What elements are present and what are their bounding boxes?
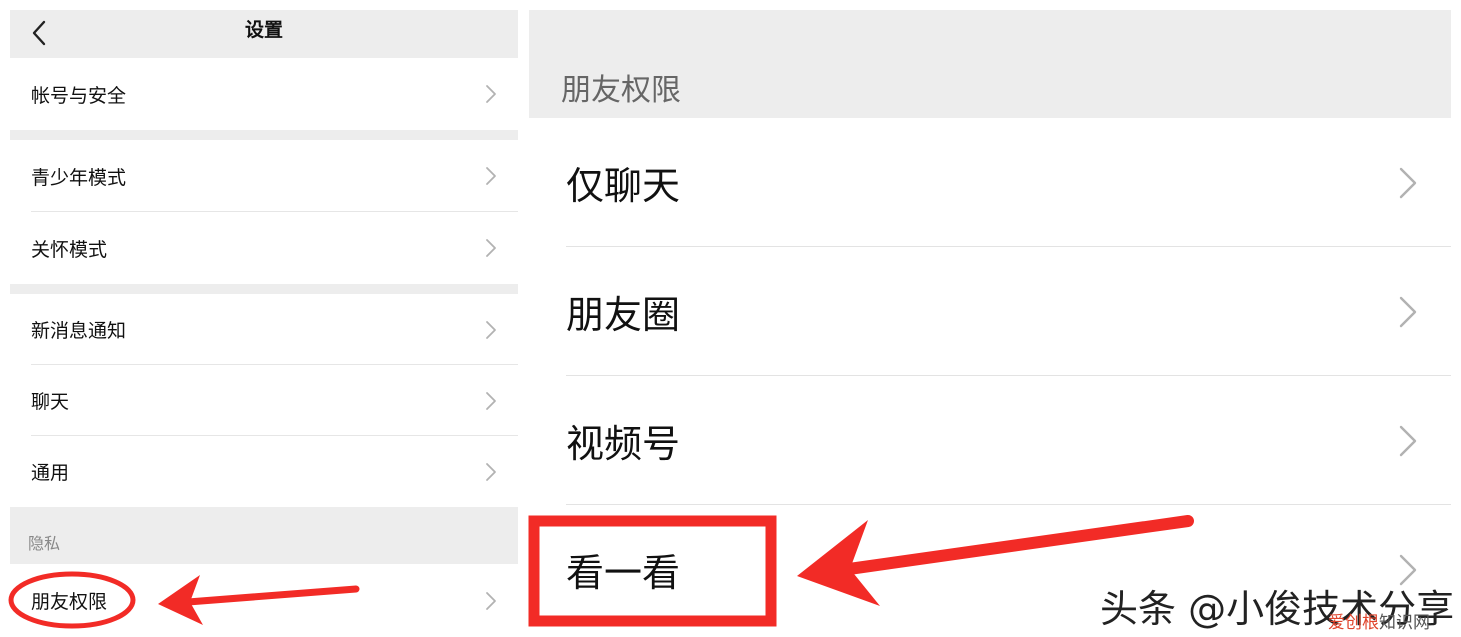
friend-permissions-panel: 朋友权限 仅聊天 朋友圈 视频号 看一看 (529, 10, 1451, 637)
settings-item-friend-permissions[interactable]: 朋友权限 (10, 564, 518, 637)
permission-item-moments[interactable]: 朋友圈 (529, 247, 1451, 376)
page-title: 设置 (244, 19, 283, 41)
permission-item-channels[interactable]: 视频号 (529, 376, 1451, 505)
settings-item-label: 青少年模式 (31, 166, 127, 189)
chevron-right-icon (486, 239, 496, 257)
settings-item-teen-mode[interactable]: 青少年模式 (10, 140, 518, 212)
chevron-right-icon (486, 462, 496, 481)
section-header-label: 隐私 (28, 534, 61, 553)
settings-item-account-security[interactable]: 帐号与安全 (10, 58, 518, 130)
settings-item-chat[interactable]: 聊天 (10, 365, 518, 436)
group-separator (10, 284, 518, 294)
section-title: 朋友权限 (561, 73, 681, 108)
permission-item-label: 看一看 (566, 551, 681, 595)
permission-item-label: 仅聊天 (566, 164, 681, 208)
settings-item-label: 通用 (31, 462, 70, 484)
settings-item-label: 关怀模式 (31, 238, 108, 261)
group-separator (10, 130, 518, 140)
chevron-right-icon (486, 391, 496, 410)
settings-navbar: 设置 (10, 10, 518, 58)
settings-item-label: 新消息通知 (31, 320, 127, 342)
privacy-section-header: 隐私 (10, 507, 518, 564)
chevron-right-icon (1399, 167, 1417, 198)
settings-item-label: 帐号与安全 (31, 84, 127, 107)
settings-item-label: 朋友权限 (31, 591, 108, 613)
site-watermark-part1: 爱创根 (1328, 613, 1379, 633)
chevron-right-icon (486, 85, 496, 103)
chevron-right-icon (486, 167, 496, 185)
site-watermark: 爱创根知识网 (1328, 608, 1430, 633)
chevron-right-icon (486, 591, 496, 610)
permission-item-label: 视频号 (566, 422, 681, 466)
settings-item-general[interactable]: 通用 (10, 436, 518, 507)
permission-item-label: 朋友圈 (566, 293, 681, 337)
friend-permissions-header-bar: 朋友权限 (529, 10, 1451, 118)
chevron-right-icon (1399, 425, 1417, 456)
settings-item-notifications[interactable]: 新消息通知 (10, 294, 518, 365)
permission-item-chat-only[interactable]: 仅聊天 (529, 118, 1451, 247)
chevron-right-icon (486, 320, 496, 339)
settings-panel: 设置 帐号与安全 青少年模式 关怀模式 新消息通知 聊天 通用 隐私 朋友权限 (10, 10, 518, 637)
site-watermark-part2: 知识网 (1379, 613, 1430, 633)
chevron-right-icon (1399, 296, 1417, 327)
settings-item-care-mode[interactable]: 关怀模式 (10, 212, 518, 284)
settings-item-label: 聊天 (31, 391, 70, 413)
